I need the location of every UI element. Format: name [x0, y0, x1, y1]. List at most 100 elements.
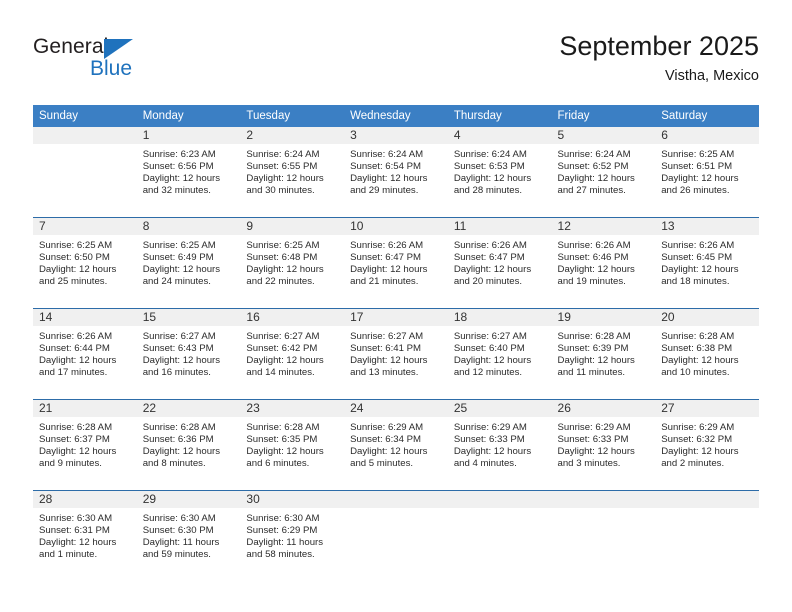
- brand-triangle-icon: [104, 39, 133, 59]
- calendar-day-cell[interactable]: 18 Sunrise: 6:27 AM Sunset: 6:40 PM Dayligh…: [447, 308, 552, 400]
- calendar-day-cell[interactable]: 1 Sunrise: 6:23 AM Sunset: 6:56 PM Daylight…: [136, 127, 241, 218]
- day-number: 11: [447, 218, 552, 235]
- column-header-tuesday: Tuesday: [240, 105, 345, 127]
- sunset-text: Sunset: 6:50 PM: [39, 252, 110, 264]
- day-details: Sunrise: 6:30 AM Sunset: 6:29 PM Daylight:…: [240, 508, 344, 561]
- daylight-text-line2: and 24 minutes.: [142, 276, 211, 288]
- day-number: 20: [655, 309, 759, 326]
- sunrise-text: Sunrise: 6:25 AM: [39, 240, 113, 251]
- day-details: Sunrise: 6:28 AM Sunset: 6:37 PM Daylight:…: [33, 417, 137, 470]
- calendar-day-cell[interactable]: 16 Sunrise: 6:27 AM Sunset: 6:42 PM Dayligh…: [240, 308, 345, 400]
- calendar-day-cell[interactable]: 20 Sunrise: 6:28 AM Sunset: 6:38 PM Dayligh…: [655, 308, 759, 400]
- calendar-header-row: Sunday Monday Tuesday Wednesday Thursday…: [33, 105, 759, 127]
- calendar-day-cell[interactable]: 11 Sunrise: 6:26 AM Sunset: 6:47 PM Dayligh…: [447, 217, 552, 309]
- calendar-day-cell[interactable]: 21 Sunrise: 6:28 AM Sunset: 6:37 PM Dayligh…: [33, 399, 137, 491]
- day-details: Sunrise: 6:29 AM Sunset: 6:33 PM Daylight:…: [448, 417, 552, 470]
- day-details: Sunrise: 6:27 AM Sunset: 6:43 PM Daylight:…: [137, 326, 241, 379]
- calendar-day-cell[interactable]: 19 Sunrise: 6:28 AM Sunset: 6:39 PM Dayligh…: [551, 308, 656, 400]
- sunset-text: Sunset: 6:34 PM: [350, 434, 422, 446]
- calendar-day-cell[interactable]: 4 Sunrise: 6:24 AM Sunset: 6:53 PM Daylight…: [447, 127, 552, 218]
- calendar-day-cell[interactable]: 2 Sunrise: 6:24 AM Sunset: 6:55 PM Daylight…: [240, 127, 345, 218]
- daylight-text-line1: Daylight: 12 hours: [661, 446, 739, 458]
- calendar-day-cell[interactable]: 5 Sunrise: 6:24 AM Sunset: 6:52 PM Daylight…: [551, 127, 656, 218]
- sunset-text: Sunset: 6:45 PM: [661, 252, 733, 264]
- calendar-day-cell[interactable]: 6 Sunrise: 6:25 AM Sunset: 6:51 PM Daylight…: [655, 127, 759, 218]
- calendar-day-cell[interactable]: 24 Sunrise: 6:29 AM Sunset: 6:34 PM Dayligh…: [344, 399, 448, 491]
- sunrise-text: Sunrise: 6:27 AM: [453, 331, 527, 342]
- calendar-day-cell[interactable]: 14 Sunrise: 6:26 AM Sunset: 6:44 PM Dayligh…: [33, 308, 137, 400]
- daylight-text-line1: Daylight: 12 hours: [39, 264, 117, 276]
- column-header-saturday: Saturday: [655, 105, 759, 127]
- day-details: Sunrise: 6:26 AM Sunset: 6:47 PM Daylight:…: [344, 235, 448, 288]
- calendar-day-cell[interactable]: 27 Sunrise: 6:29 AM Sunset: 6:32 PM Dayligh…: [655, 399, 759, 491]
- daylight-text-line1: Daylight: 12 hours: [39, 537, 117, 549]
- daylight-text-line2: and 19 minutes.: [557, 276, 626, 288]
- daylight-text-line2: and 4 minutes.: [453, 458, 517, 470]
- column-header-wednesday: Wednesday: [344, 105, 448, 127]
- calendar-day-cell-empty: [551, 490, 656, 581]
- day-details: Sunrise: 6:26 AM Sunset: 6:45 PM Daylight:…: [655, 235, 759, 288]
- brand-logo[interactable]: General Blue: [33, 36, 253, 92]
- day-cell-content: 15 Sunrise: 6:27 AM Sunset: 6:43 PM Dayligh…: [136, 309, 241, 399]
- daylight-text-line1: Daylight: 12 hours: [350, 446, 428, 458]
- page-subtitle-location: Vistha, Mexico: [664, 68, 759, 84]
- calendar-day-cell[interactable]: 26 Sunrise: 6:29 AM Sunset: 6:33 PM Dayligh…: [551, 399, 656, 491]
- calendar-day-cell[interactable]: 22 Sunrise: 6:28 AM Sunset: 6:36 PM Dayligh…: [136, 399, 241, 491]
- day-number: 25: [447, 400, 552, 417]
- calendar-day-cell[interactable]: 15 Sunrise: 6:27 AM Sunset: 6:43 PM Dayligh…: [136, 308, 241, 400]
- sunrise-text: Sunrise: 6:26 AM: [453, 240, 527, 251]
- calendar-day-cell[interactable]: 13 Sunrise: 6:26 AM Sunset: 6:45 PM Dayligh…: [655, 217, 759, 309]
- calendar-day-cell[interactable]: 3 Sunrise: 6:24 AM Sunset: 6:54 PM Daylight…: [344, 127, 448, 218]
- day-details: Sunrise: 6:23 AM Sunset: 6:56 PM Daylight:…: [137, 144, 241, 197]
- day-cell-content: 20 Sunrise: 6:28 AM Sunset: 6:38 PM Dayligh…: [655, 309, 759, 399]
- sunrise-text: Sunrise: 6:23 AM: [142, 149, 216, 160]
- column-header-thursday: Thursday: [447, 105, 552, 127]
- daylight-text-line2: and 22 minutes.: [246, 276, 315, 288]
- calendar-day-cell[interactable]: 23 Sunrise: 6:28 AM Sunset: 6:35 PM Dayligh…: [240, 399, 345, 491]
- sunrise-text: Sunrise: 6:27 AM: [246, 331, 320, 342]
- day-details: Sunrise: 6:28 AM Sunset: 6:35 PM Daylight:…: [240, 417, 344, 470]
- day-details: Sunrise: 6:29 AM Sunset: 6:32 PM Daylight:…: [655, 417, 759, 470]
- sunrise-text: Sunrise: 6:24 AM: [453, 149, 527, 160]
- calendar-day-cell[interactable]: 25 Sunrise: 6:29 AM Sunset: 6:33 PM Dayligh…: [447, 399, 552, 491]
- calendar-day-cell[interactable]: 9 Sunrise: 6:25 AM Sunset: 6:48 PM Daylight…: [240, 217, 345, 309]
- daylight-text-line1: Daylight: 12 hours: [661, 355, 739, 367]
- calendar-day-cell[interactable]: 7 Sunrise: 6:25 AM Sunset: 6:50 PM Daylight…: [33, 217, 137, 309]
- day-cell-content: 1 Sunrise: 6:23 AM Sunset: 6:56 PM Daylight…: [136, 127, 241, 217]
- sunset-text: Sunset: 6:40 PM: [453, 343, 525, 355]
- calendar-day-cell[interactable]: 10 Sunrise: 6:26 AM Sunset: 6:47 PM Dayligh…: [344, 217, 448, 309]
- day-number: 18: [447, 309, 552, 326]
- sunrise-text: Sunrise: 6:30 AM: [246, 513, 320, 524]
- day-number: [551, 491, 656, 508]
- day-cell-content: [447, 491, 552, 581]
- daylight-text-line1: Daylight: 12 hours: [350, 264, 428, 276]
- calendar-day-cell[interactable]: 29 Sunrise: 6:30 AM Sunset: 6:30 PM Dayligh…: [136, 490, 241, 581]
- day-cell-content: [344, 491, 448, 581]
- sunrise-text: Sunrise: 6:27 AM: [142, 331, 216, 342]
- day-cell-content: 6 Sunrise: 6:25 AM Sunset: 6:51 PM Daylight…: [655, 127, 759, 217]
- day-number: 27: [655, 400, 759, 417]
- daylight-text-line2: and 14 minutes.: [246, 367, 315, 379]
- daylight-text-line1: Daylight: 12 hours: [142, 355, 221, 367]
- daylight-text-line2: and 13 minutes.: [350, 367, 419, 379]
- sunrise-text: Sunrise: 6:24 AM: [557, 149, 631, 160]
- calendar-day-cell[interactable]: 17 Sunrise: 6:27 AM Sunset: 6:41 PM Dayligh…: [344, 308, 448, 400]
- day-cell-content: 3 Sunrise: 6:24 AM Sunset: 6:54 PM Daylight…: [344, 127, 448, 217]
- sunrise-text: Sunrise: 6:28 AM: [39, 422, 113, 433]
- daylight-text-line1: Daylight: 12 hours: [661, 173, 739, 185]
- calendar-day-cell[interactable]: 30 Sunrise: 6:30 AM Sunset: 6:29 PM Dayligh…: [240, 490, 345, 581]
- calendar-day-cell[interactable]: 12 Sunrise: 6:26 AM Sunset: 6:46 PM Dayligh…: [551, 217, 656, 309]
- calendar-day-cell[interactable]: 8 Sunrise: 6:25 AM Sunset: 6:49 PM Daylight…: [136, 217, 241, 309]
- sunset-text: Sunset: 6:31 PM: [39, 525, 110, 537]
- day-cell-content: 16 Sunrise: 6:27 AM Sunset: 6:42 PM Dayligh…: [240, 309, 345, 399]
- sunrise-text: Sunrise: 6:26 AM: [557, 240, 631, 251]
- day-cell-content: 26 Sunrise: 6:29 AM Sunset: 6:33 PM Dayligh…: [551, 400, 656, 490]
- daylight-text-line1: Daylight: 12 hours: [557, 264, 635, 276]
- calendar-day-cell[interactable]: 28 Sunrise: 6:30 AM Sunset: 6:31 PM Dayligh…: [33, 490, 137, 581]
- daylight-text-line1: Daylight: 12 hours: [350, 173, 428, 185]
- calendar-body: 1 Sunrise: 6:23 AM Sunset: 6:56 PM Daylight…: [33, 127, 759, 581]
- daylight-text-line1: Daylight: 12 hours: [246, 264, 324, 276]
- day-cell-content: 9 Sunrise: 6:25 AM Sunset: 6:48 PM Daylight…: [240, 218, 345, 308]
- calendar-week-row: 14 Sunrise: 6:26 AM Sunset: 6:44 PM Dayligh…: [33, 308, 759, 400]
- calendar-page: General Blue September 2025 Vistha, Mexi…: [0, 0, 792, 612]
